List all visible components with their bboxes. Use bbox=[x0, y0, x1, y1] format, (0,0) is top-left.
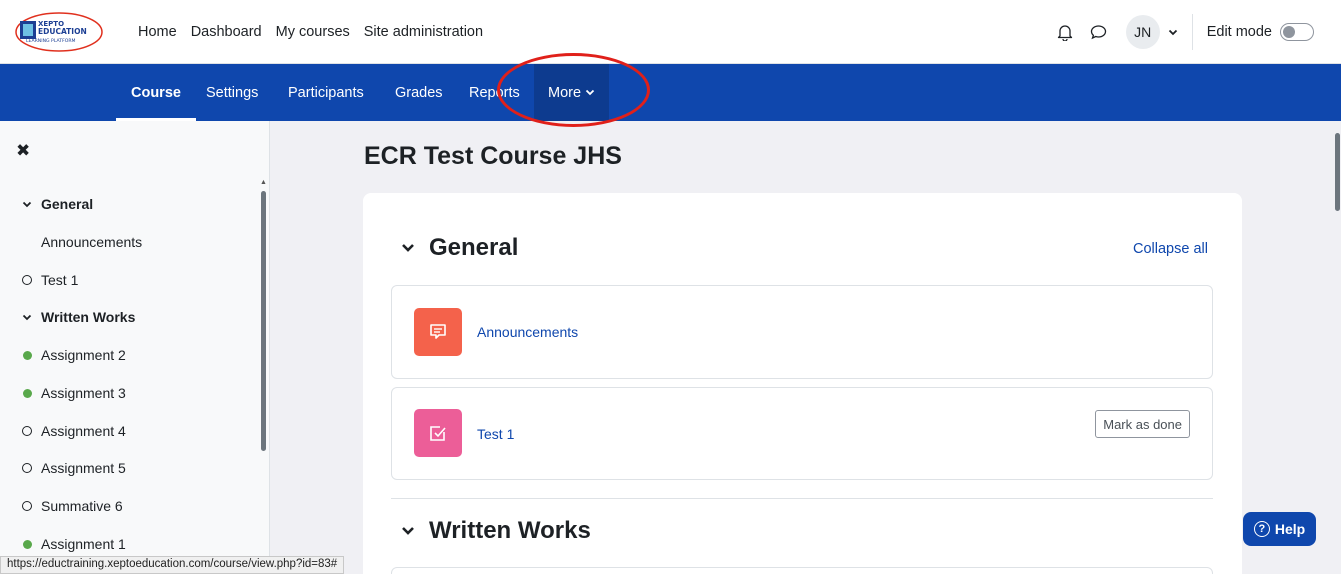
section-divider bbox=[391, 498, 1213, 499]
tab-course[interactable]: Course bbox=[116, 64, 196, 121]
activity-link[interactable]: Announcements bbox=[477, 324, 578, 340]
messages-chat-icon[interactable] bbox=[1084, 17, 1114, 47]
drawer-item-assignment-5[interactable]: Assignment 5 bbox=[0, 456, 126, 480]
user-menu-chevron-down-icon[interactable] bbox=[1164, 17, 1182, 47]
drawer-item-assignment-2[interactable]: Assignment 2 bbox=[0, 343, 126, 367]
assignment-check-icon bbox=[414, 409, 462, 457]
activity-link[interactable]: Test 1 bbox=[477, 426, 514, 442]
drawer-item-label: Assignment 3 bbox=[41, 385, 126, 401]
drawer-item-label: Assignment 4 bbox=[41, 423, 126, 439]
section-header-written-works[interactable]: Written Works bbox=[401, 517, 591, 545]
edit-mode-label: Edit mode bbox=[1206, 24, 1272, 40]
drawer-item-label: Announcements bbox=[41, 234, 143, 250]
drawer-section-written-works[interactable]: Written Works bbox=[0, 305, 135, 329]
drawer-item-label: Assignment 1 bbox=[41, 536, 126, 552]
section-title: Written Works bbox=[429, 517, 591, 544]
section-header-general[interactable]: General bbox=[401, 234, 518, 262]
help-button[interactable]: ? Help bbox=[1243, 512, 1316, 546]
drawer-item-assignment-4[interactable]: Assignment 4 bbox=[0, 419, 126, 443]
chevron-down-icon[interactable] bbox=[401, 243, 415, 253]
drawer-item-label: Summative 6 bbox=[41, 498, 123, 514]
activity-card-partial bbox=[391, 567, 1213, 574]
drawer-item-summative-6[interactable]: Summative 6 bbox=[0, 494, 123, 518]
chevron-down-icon bbox=[585, 89, 595, 96]
link-status-bar: https://eductraining.xeptoeducation.com/… bbox=[0, 556, 345, 574]
nav-my-courses[interactable]: My courses bbox=[276, 24, 350, 40]
top-navbar: XEPTO EDUCATION LEARNING PLATFORM Home D… bbox=[0, 0, 1341, 64]
chevron-down-icon bbox=[18, 314, 36, 321]
collapse-all-link[interactable]: Collapse all bbox=[1133, 241, 1208, 257]
drawer-scrollbar[interactable] bbox=[261, 191, 266, 451]
incomplete-circle-icon bbox=[22, 463, 32, 473]
incomplete-circle-icon bbox=[22, 426, 32, 436]
nav-site-administration[interactable]: Site administration bbox=[364, 24, 483, 40]
incomplete-circle-icon bbox=[22, 275, 32, 285]
mark-as-done-button[interactable]: Mark as done bbox=[1095, 410, 1190, 438]
drawer-item-label: Assignment 5 bbox=[41, 460, 126, 476]
help-label: Help bbox=[1274, 521, 1306, 537]
svg-text:EDUCATION: EDUCATION bbox=[38, 27, 87, 36]
primary-nav: Home Dashboard My courses Site administr… bbox=[138, 0, 497, 64]
activity-test-1: Test 1 Mark as done bbox=[391, 387, 1213, 480]
incomplete-circle-icon bbox=[22, 501, 32, 511]
drawer-item-label: Written Works bbox=[41, 309, 136, 325]
tab-more[interactable]: More bbox=[534, 64, 610, 121]
chevron-down-icon[interactable] bbox=[401, 526, 415, 536]
page-scrollbar[interactable] bbox=[1333, 121, 1341, 574]
scrollbar-thumb[interactable] bbox=[1335, 133, 1340, 211]
page-title: ECR Test Course JHS bbox=[364, 142, 622, 170]
drawer-scroll-up-icon[interactable]: ▲ bbox=[260, 179, 267, 186]
tab-more-label: More bbox=[548, 84, 582, 101]
complete-dot-icon bbox=[22, 388, 32, 398]
close-drawer-icon[interactable]: ✖ bbox=[16, 141, 36, 161]
tab-settings[interactable]: Settings bbox=[206, 64, 258, 121]
tab-participants[interactable]: Participants bbox=[288, 64, 364, 121]
notifications-bell-icon[interactable] bbox=[1050, 17, 1080, 47]
secondary-nav: Course Settings Participants Grades Repo… bbox=[0, 64, 1341, 121]
drawer-item-assignment-1[interactable]: Assignment 1 bbox=[0, 532, 126, 556]
question-circle-icon: ? bbox=[1253, 521, 1270, 537]
complete-dot-icon bbox=[22, 539, 32, 549]
tab-grades[interactable]: Grades bbox=[395, 64, 443, 121]
chevron-down-icon bbox=[18, 201, 36, 208]
nav-home[interactable]: Home bbox=[138, 24, 177, 40]
edit-mode-toggle[interactable] bbox=[1280, 23, 1314, 41]
drawer-item-assignment-3[interactable]: Assignment 3 bbox=[0, 381, 126, 405]
drawer-item-test-1[interactable]: Test 1 bbox=[0, 268, 78, 292]
nav-dashboard[interactable]: Dashboard bbox=[191, 24, 262, 40]
forum-icon bbox=[414, 308, 462, 356]
drawer-item-announcements[interactable]: Announcements bbox=[0, 230, 142, 254]
drawer-section-general[interactable]: General bbox=[0, 192, 93, 216]
svg-text:LEARNING PLATFORM: LEARNING PLATFORM bbox=[26, 38, 76, 44]
user-nav: JN Edit mode bbox=[1050, 0, 1341, 64]
drawer-item-label: Test 1 bbox=[41, 272, 79, 288]
activity-announcements: Announcements bbox=[391, 285, 1213, 379]
navbar-divider bbox=[1191, 14, 1193, 50]
user-avatar[interactable]: JN bbox=[1125, 15, 1160, 49]
section-title: General bbox=[429, 234, 519, 261]
drawer-item-label: Assignment 2 bbox=[41, 347, 126, 363]
complete-dot-icon bbox=[22, 350, 32, 360]
site-logo[interactable]: XEPTO EDUCATION LEARNING PLATFORM bbox=[14, 11, 104, 53]
tab-reports[interactable]: Reports bbox=[469, 64, 520, 121]
course-index-drawer: ✖ ▲ General Announcements Test 1 Written… bbox=[0, 121, 270, 574]
drawer-item-label: General bbox=[41, 196, 94, 212]
